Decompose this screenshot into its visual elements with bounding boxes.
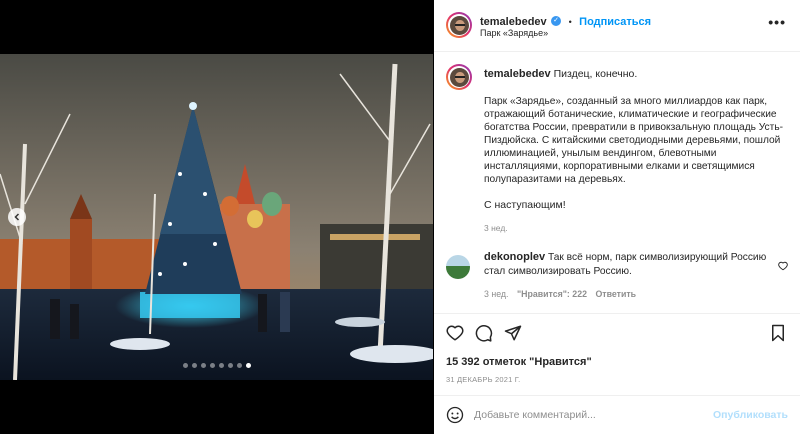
carousel-dot xyxy=(191,363,197,368)
carousel-prev-button[interactable] xyxy=(8,208,26,226)
post-location[interactable]: Парк «Зарядье» xyxy=(480,28,548,38)
heart-outline-icon xyxy=(778,261,788,271)
comment-reply-button[interactable]: Ответить xyxy=(595,289,636,299)
post-header: temalebedev ✓ • Подписаться Парк «Зарядь… xyxy=(434,0,800,52)
commenter-avatar[interactable] xyxy=(446,255,470,279)
comment-like-button[interactable] xyxy=(778,258,788,276)
more-horizontal-icon[interactable]: ••• xyxy=(768,14,786,30)
caption-username[interactable]: temalebedev xyxy=(484,68,551,80)
caption-greeting: С наступающим! xyxy=(484,199,566,211)
speech-bubble-icon xyxy=(475,325,493,342)
comment-time[interactable]: 3 нед. xyxy=(484,289,508,299)
paper-plane-icon xyxy=(504,325,522,341)
post-photo xyxy=(0,54,433,380)
caption-author-avatar[interactable] xyxy=(446,64,472,90)
comment-likes[interactable]: "Нравится": 222 xyxy=(517,289,587,299)
publish-button[interactable]: Опубликовать xyxy=(713,409,788,421)
add-comment-bar: Опубликовать xyxy=(434,395,800,434)
carousel-dot xyxy=(236,363,242,368)
comment-text-block: dekonoplev Так всё норм, парк символизир… xyxy=(484,251,774,278)
carousel-dot xyxy=(200,363,206,368)
comment-button[interactable] xyxy=(475,324,493,347)
heart-outline-icon xyxy=(446,325,464,341)
post-side-panel: temalebedev ✓ • Подписаться Парк «Зарядь… xyxy=(434,0,800,434)
bookmark-icon xyxy=(772,324,784,342)
author-avatar[interactable] xyxy=(446,12,472,38)
caption-body: Парк «Зарядье», созданный за много милли… xyxy=(484,96,784,185)
caption-time[interactable]: 3 нед. xyxy=(484,223,508,233)
save-button[interactable] xyxy=(770,324,786,347)
smiley-icon xyxy=(446,406,464,424)
post-date[interactable]: 31 ДЕКАБРЬ 2021 Г. xyxy=(446,375,520,384)
comment-meta: 3 нед. "Нравится": 222 Ответить xyxy=(484,289,636,299)
commenter-username[interactable]: dekonoplev xyxy=(484,251,545,263)
caption-first-line: temalebedev Пиздец, конечно. xyxy=(484,68,637,80)
separator-dot: • xyxy=(568,17,572,27)
carousel-dot xyxy=(209,363,215,368)
emoji-button[interactable] xyxy=(446,406,464,429)
author-username[interactable]: temalebedev xyxy=(480,16,547,28)
verified-check-icon: ✓ xyxy=(551,15,562,26)
share-button[interactable] xyxy=(504,324,522,347)
carousel-dot-active xyxy=(245,363,251,368)
carousel-dot xyxy=(227,363,233,368)
chevron-left-icon xyxy=(14,213,20,221)
media-panel xyxy=(0,0,433,434)
follow-button[interactable]: Подписаться xyxy=(579,16,651,28)
carousel-dot xyxy=(218,363,224,368)
carousel-indicator xyxy=(0,363,433,368)
comment-input[interactable] xyxy=(474,406,704,424)
like-button[interactable] xyxy=(446,324,464,347)
carousel-dot xyxy=(182,363,188,368)
caption-first-text: Пиздец, конечно. xyxy=(553,68,638,80)
likes-count[interactable]: 15 392 отметок "Нравится" xyxy=(446,356,592,368)
